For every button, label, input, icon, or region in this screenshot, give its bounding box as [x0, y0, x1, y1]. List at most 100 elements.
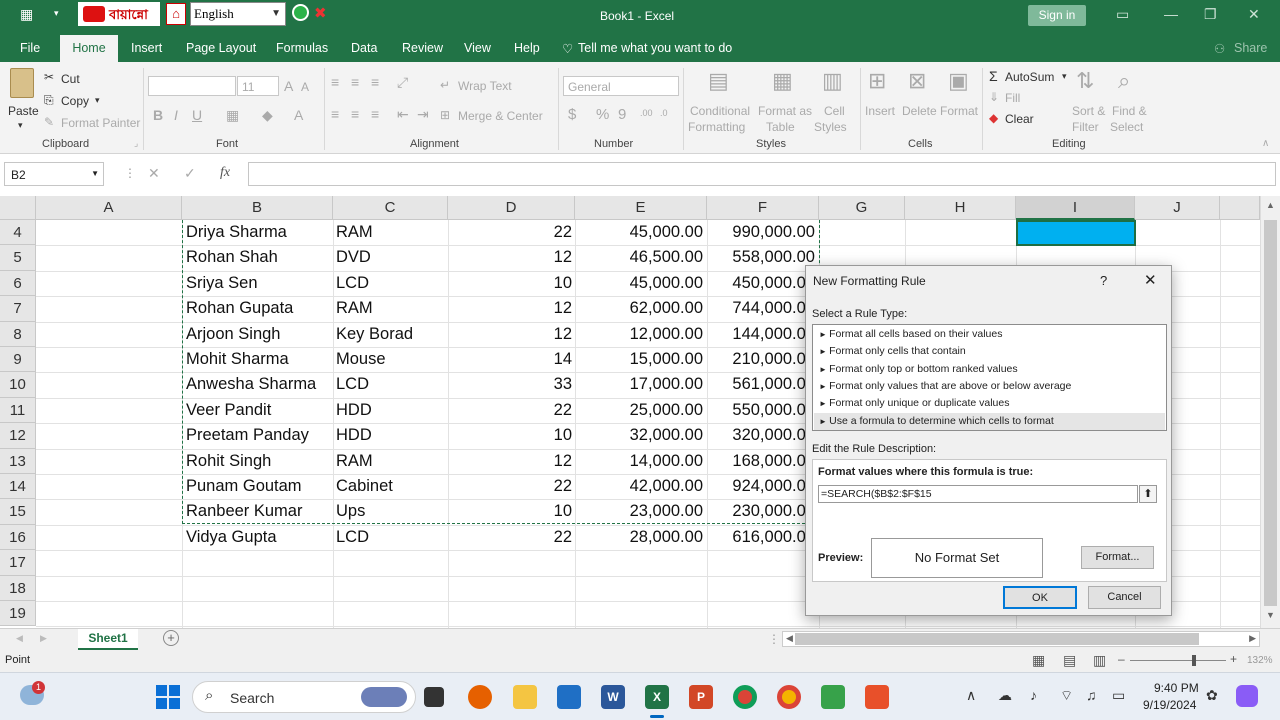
find-select-button[interactable]: Find & [1112, 104, 1147, 118]
column-header-e[interactable]: E [575, 196, 707, 220]
cell-c16[interactable]: LCD [336, 525, 446, 550]
italic-icon[interactable]: I [174, 107, 178, 123]
word-icon[interactable]: W [601, 685, 625, 709]
font-size-box[interactable]: 11 [237, 76, 279, 96]
autosum-button[interactable]: AutoSum [1005, 70, 1054, 84]
taskbar-search-box[interactable]: ⌕ Search [192, 681, 416, 713]
align-left-icon[interactable]: ≡ [331, 106, 339, 122]
firefox-icon[interactable] [468, 685, 492, 709]
row-header[interactable]: 14 [0, 474, 36, 500]
tab-data[interactable]: Data [351, 41, 377, 55]
font-name-box[interactable] [148, 76, 236, 96]
ribbon-display-icon[interactable]: ▭ [1116, 6, 1129, 23]
collapse-ribbon-icon[interactable]: ∧ [1262, 138, 1269, 149]
autosum-dropdown-icon[interactable]: ▾ [1062, 71, 1067, 82]
clock-date[interactable]: 9/19/2024 [1143, 698, 1196, 712]
collapse-dialog-button[interactable]: ⬆ [1139, 485, 1157, 503]
format-painter-button[interactable]: Format Painter [61, 116, 140, 130]
percent-icon[interactable]: % [596, 106, 609, 123]
rule-type-option[interactable]: ► Format only values that are above or b… [814, 378, 1165, 395]
excel-icon[interactable]: X [645, 685, 669, 709]
cell-d18[interactable] [450, 576, 572, 601]
cell-b17[interactable] [186, 550, 331, 575]
sign-in-button[interactable]: Sign in [1028, 5, 1086, 26]
row-header[interactable]: 16 [0, 524, 36, 551]
borders-icon[interactable]: ▦ [226, 107, 239, 124]
rule-formula-input[interactable]: =SEARCH($B$2:$F$15 [818, 485, 1138, 503]
cell-b16[interactable]: Vidya Gupta [186, 525, 331, 550]
powerpoint-icon[interactable]: P [689, 685, 713, 709]
column-header-d[interactable]: D [448, 196, 575, 220]
decrease-indent-icon[interactable]: ⇤ [397, 106, 409, 123]
scroll-left-icon[interactable]: ◀ [16, 633, 23, 644]
column-header-c[interactable]: C [333, 196, 448, 220]
tab-page-layout[interactable]: Page Layout [186, 41, 256, 55]
tab-view[interactable]: View [464, 41, 491, 55]
page-layout-view-icon[interactable]: ▤ [1063, 652, 1076, 669]
rule-type-option[interactable]: ► Format only cells that contain [814, 343, 1165, 360]
task-view-icon[interactable] [424, 687, 444, 707]
zoom-out-icon[interactable]: – [1118, 652, 1125, 666]
add-sheet-icon[interactable]: + [163, 630, 179, 646]
row-header[interactable]: 5 [0, 245, 36, 271]
green-circle-icon[interactable] [292, 4, 309, 21]
row-header[interactable]: 15 [0, 499, 36, 525]
cell-f16[interactable]: 616,000.00 [709, 525, 815, 550]
clipboard-launcher-icon[interactable]: ⌟ [134, 138, 138, 149]
volume-icon[interactable]: ♫ [1086, 687, 1097, 703]
zoom-slider-thumb[interactable] [1192, 655, 1196, 666]
language-select[interactable]: English ▼ [190, 2, 286, 26]
row-header[interactable]: 13 [0, 448, 36, 474]
chrome-icon[interactable] [733, 685, 757, 709]
page-break-view-icon[interactable]: ▥ [1093, 652, 1106, 669]
sheet-tab-sheet1[interactable]: Sheet1 [78, 629, 138, 650]
ok-button[interactable]: OK [1003, 586, 1077, 609]
battery-icon[interactable]: ▭ [1112, 687, 1125, 704]
zoom-level[interactable]: 132% [1247, 655, 1273, 666]
conditional-formatting-button[interactable]: Conditional [690, 104, 750, 118]
column-header-i[interactable]: I [1016, 196, 1135, 220]
tools-icon[interactable]: ✖ [314, 4, 327, 22]
file-explorer-icon[interactable] [513, 685, 537, 709]
row-header[interactable]: 9 [0, 347, 36, 373]
font-color-icon[interactable]: A [294, 107, 303, 123]
fill-button[interactable]: Fill [1005, 91, 1020, 105]
row-header[interactable]: 6 [0, 270, 36, 297]
scroll-left-arrow-icon[interactable]: ◀ [786, 633, 793, 644]
store-icon[interactable] [557, 685, 581, 709]
vertical-scrollbar-thumb[interactable] [1264, 220, 1277, 606]
bottom-align-icon[interactable]: ≡ [371, 74, 379, 90]
horizontal-scrollbar[interactable]: ◀ ▶ [782, 631, 1260, 647]
cell-c18[interactable] [336, 576, 446, 601]
copy-dropdown-icon[interactable]: ▾ [95, 95, 100, 106]
decrease-font-icon[interactable]: A [301, 80, 309, 94]
cell-d19[interactable] [450, 601, 572, 626]
windows-start-icon[interactable] [156, 685, 180, 709]
merge-center-button[interactable]: Merge & Center [458, 109, 543, 123]
rule-type-option[interactable]: ► Format all cells based on their values [814, 326, 1165, 343]
paste-icon[interactable] [10, 68, 34, 98]
excel-menu-icon[interactable]: ▦ [20, 6, 33, 23]
cell-e17[interactable] [577, 550, 703, 575]
row-header[interactable]: 8 [0, 321, 36, 347]
cancel-button[interactable]: Cancel [1088, 586, 1161, 609]
vertical-scrollbar[interactable]: ▲ ▼ [1260, 196, 1280, 628]
paste-button[interactable]: Paste [8, 104, 39, 118]
scroll-right-icon[interactable]: ▶ [40, 633, 47, 644]
insert-cells-button[interactable]: Insert [865, 104, 895, 118]
tab-review[interactable]: Review [402, 41, 443, 55]
cell-b18[interactable] [186, 576, 331, 601]
scrollbar-thumb[interactable] [795, 633, 1199, 645]
rule-type-option[interactable]: ► Format only top or bottom ranked value… [814, 361, 1165, 378]
rule-type-option[interactable]: ► Format only unique or duplicate values [814, 395, 1165, 412]
align-right-icon[interactable]: ≡ [371, 106, 379, 122]
column-header-b[interactable]: B [182, 196, 333, 220]
chrome-profile-icon[interactable] [777, 685, 801, 709]
increase-decimal-icon[interactable]: .00 [640, 108, 653, 118]
tab-home[interactable]: Home [60, 35, 118, 62]
confirm-entry-icon[interactable]: ✓ [184, 165, 196, 182]
column-header-k[interactable] [1220, 196, 1260, 220]
formula-input[interactable] [248, 162, 1276, 186]
cell-d16[interactable]: 22 [450, 525, 572, 550]
select-all-corner[interactable] [0, 196, 36, 220]
